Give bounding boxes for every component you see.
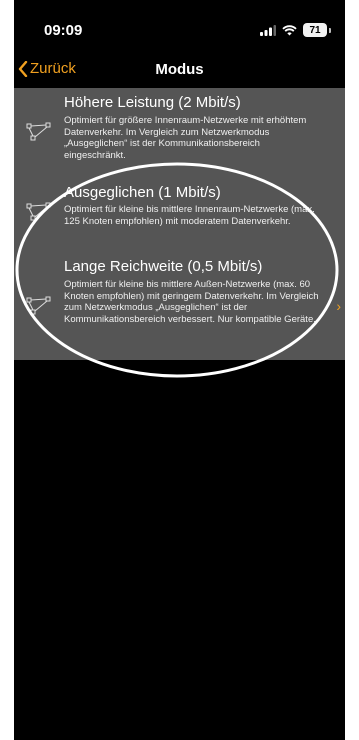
option-higher-performance[interactable]: Höhere Leistung (2 Mbit/s) Optimiert für…	[14, 88, 345, 170]
option-long-range[interactable]: Lange Reichweite (0,5 Mbit/s) Optimiert …	[14, 252, 345, 360]
network-icon	[26, 122, 51, 141]
network-icon	[26, 296, 51, 315]
phone-screen: 09:09 71 Zurück Modus Höhere Leistung (2…	[14, 0, 345, 740]
status-time: 09:09	[44, 22, 83, 39]
option-title: Höhere Leistung (2 Mbit/s)	[64, 94, 241, 111]
mode-list: Höhere Leistung (2 Mbit/s) Optimiert für…	[14, 88, 345, 360]
selected-chevron-icon: ›	[336, 298, 341, 314]
navigation-bar: Zurück Modus	[14, 56, 345, 86]
option-title: Lange Reichweite (0,5 Mbit/s)	[64, 258, 263, 275]
signal-icon	[260, 24, 276, 36]
option-description: Optimiert für größere Innenraum-Netzwerk…	[64, 115, 307, 161]
status-icons: 71	[260, 23, 331, 37]
option-description: Optimiert für kleine bis mittlere Innenr…	[64, 204, 315, 227]
option-title: Ausgeglichen (1 Mbit/s)	[64, 184, 221, 201]
option-description: Optimiert für kleine bis mittlere Außen-…	[64, 279, 319, 325]
wifi-icon	[282, 24, 297, 35]
page-title: Modus	[155, 61, 204, 78]
status-bar: 09:09 71	[14, 0, 345, 56]
battery-tip	[329, 27, 331, 33]
battery-indicator: 71	[303, 23, 327, 37]
network-icon	[26, 202, 51, 221]
option-balanced[interactable]: Ausgeglichen (1 Mbit/s) Optimiert für kl…	[14, 176, 345, 246]
